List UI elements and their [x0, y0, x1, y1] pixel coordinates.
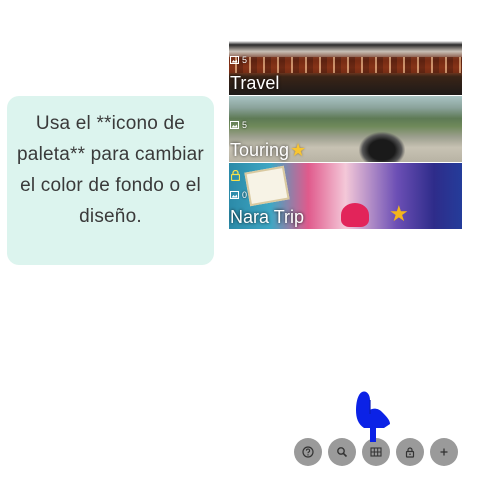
- album-card-touring[interactable]: 5 Touring ★: [229, 96, 462, 162]
- hint-text: Usa el **icono de paleta** para cambiar …: [17, 113, 204, 227]
- album-count: 5: [242, 120, 248, 130]
- help-icon: [302, 446, 314, 458]
- lock-icon: [404, 446, 416, 458]
- album-photo-count: 5: [230, 55, 247, 65]
- star-icon: ★: [389, 201, 409, 226]
- pointing-hand-icon: [348, 388, 392, 444]
- album-count: 5: [242, 55, 248, 65]
- plus-icon: [438, 446, 450, 458]
- album-title-text: Touring: [230, 140, 290, 160]
- album-card-nara-trip[interactable]: 0 ★ Nara Trip: [229, 163, 462, 229]
- lock-icon: [230, 168, 241, 186]
- album-title-text: Travel: [230, 73, 280, 93]
- help-button[interactable]: [294, 438, 322, 466]
- lock-button[interactable]: [396, 438, 424, 466]
- hint-tooltip: Usa el **icono de paleta** para cambiar …: [7, 96, 214, 265]
- photo-icon: [230, 121, 239, 129]
- album-title: Travel: [230, 73, 279, 93]
- search-icon: [336, 446, 348, 458]
- album-photo-count: 5: [230, 120, 247, 130]
- photo-icon: [230, 56, 239, 64]
- album-count: 0: [242, 190, 248, 200]
- album-list: 5 Travel 5 Touring ★ 0 ★ Nara Trip: [229, 29, 462, 229]
- album-card-travel[interactable]: 5 Travel: [229, 29, 462, 95]
- favorite-star-icon: ★: [290, 140, 307, 160]
- add-button[interactable]: [430, 438, 458, 466]
- album-title: Nara Trip: [230, 207, 304, 227]
- palette-grid-icon: [370, 446, 382, 458]
- app-screen: Usa el **icono de paleta** para cambiar …: [0, 0, 480, 480]
- photo-icon: [230, 191, 239, 199]
- album-title: Touring ★: [230, 140, 306, 160]
- album-title-text: Nara Trip: [230, 207, 305, 227]
- album-photo-count: 0: [230, 190, 247, 200]
